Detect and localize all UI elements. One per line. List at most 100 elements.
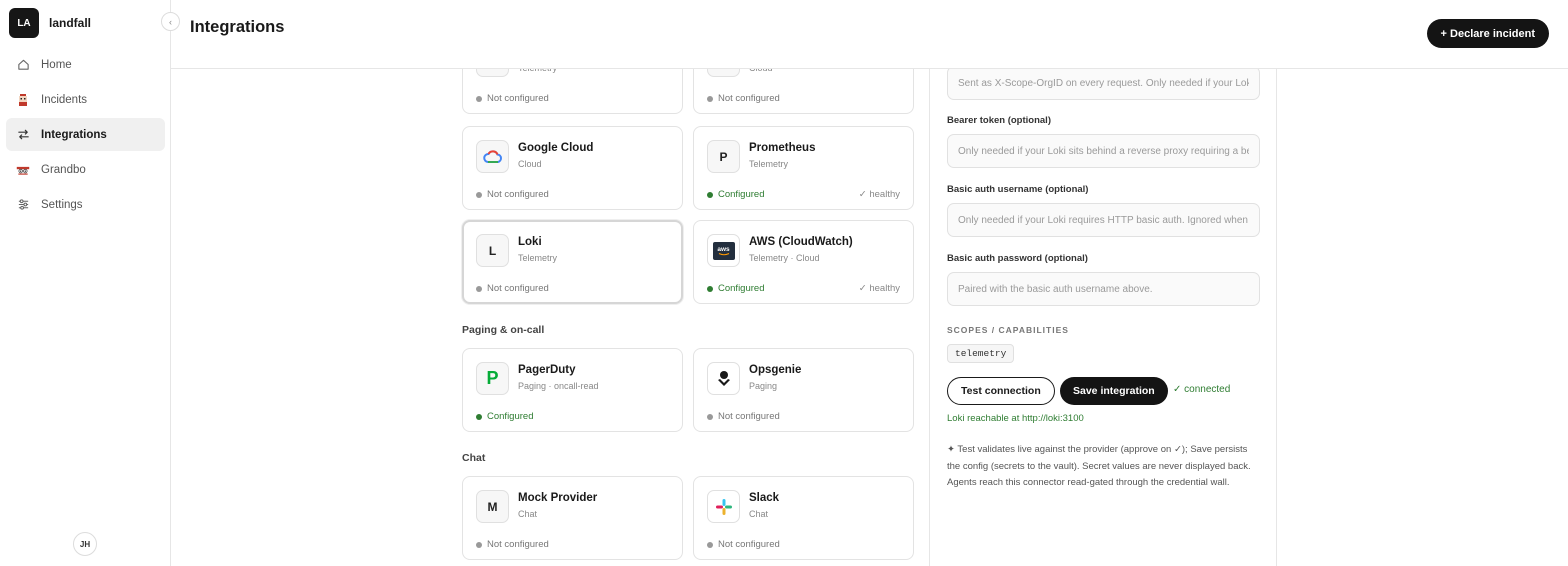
workspace-logo: LA [9,8,39,38]
opsgenie-icon [707,362,740,395]
user-avatar[interactable]: JH [73,532,97,556]
card-name: Loki [518,236,542,248]
card-name: PagerDuty [518,364,576,376]
integration-card-slack[interactable]: Slack Chat Not configured [693,476,914,560]
card-category: Telemetry · Cloud [749,253,820,263]
sliders-icon [16,198,30,212]
integration-card-loki[interactable]: L Loki Telemetry Not configured [462,220,683,304]
integration-card-opsgenie[interactable]: Opsgenie Paging Not configured [693,348,914,432]
scopes-heading: SCOPES / CAPABILITIES [947,325,1069,335]
health-badge: ✓ healthy [858,189,900,200]
incidents-mascot-icon [16,93,30,107]
status-text: Configured [718,283,765,294]
sidebar-item-home[interactable]: Home [6,48,165,81]
status-text: Not configured [487,93,549,104]
card-category: Telemetry [749,159,789,169]
status-text: Not configured [487,189,549,200]
loki-icon: L [476,234,509,267]
sidebar-item-settings[interactable]: Settings [6,188,165,221]
card-name: Google Cloud [518,142,594,154]
aws-logo-text: aws [717,245,730,253]
slack-icon [707,490,740,523]
integration-card-google-cloud[interactable]: Google Cloud Cloud Not configured [462,126,683,210]
card-status: Not configured [476,283,549,294]
test-connection-button[interactable]: Test connection [947,377,1055,405]
aws-logo-tile: aws [712,241,735,260]
section-label-paging: Paging & on-call [462,324,545,336]
sidebar-item-integrations[interactable]: Integrations [6,118,165,151]
sidebar-item-label: Incidents [41,93,88,106]
card-status: Not configured [707,539,780,550]
workspace-switcher[interactable]: LA landfall [9,8,91,38]
status-text: Not configured [487,539,549,550]
integration-card-aws-cloudwatch[interactable]: aws AWS (CloudWatch) Telemetry · Cloud C… [693,220,914,304]
status-dot [476,285,482,292]
basic-auth-username-field[interactable] [947,203,1260,237]
mock-provider-icon: M [476,490,509,523]
grandbo-mascot-icon [16,163,30,177]
collapse-sidebar-button[interactable]: ‹ [161,12,180,31]
integration-card-pagerduty[interactable]: P PagerDuty Paging · oncall-read Configu… [462,348,683,432]
status-dot [707,413,713,420]
card-status: Not configured [707,411,780,422]
workspace-name: landfall [49,16,92,30]
card-category: Cloud [518,159,542,169]
google-cloud-icon [476,140,509,173]
card-status: Configured [707,283,764,294]
status-dot [476,95,482,102]
card-status: Not configured [476,189,549,200]
status-text: Configured [718,189,765,200]
card-name: Opsgenie [749,364,802,376]
bearer-token-label: Bearer token (optional) [947,115,1051,126]
declare-incident-button[interactable]: + Declare incident [1426,19,1549,48]
status-text: Not configured [718,93,780,104]
bearer-token-field[interactable] [947,134,1260,168]
basic-auth-username-label: Basic auth username (optional) [947,184,1089,195]
status-dot [707,541,713,548]
reachability-message: Loki reachable at http://loki:3100 [947,413,1084,424]
basic-auth-password-field[interactable] [947,272,1260,306]
integration-card-prometheus[interactable]: P Prometheus Telemetry Configured ✓ heal… [693,126,914,210]
card-category: Paging [749,381,778,391]
sidebar-item-grandbo[interactable]: Grandbo [6,153,165,186]
home-icon [16,58,30,72]
status-text: Configured [487,411,534,422]
card-category: Chat [518,509,538,519]
status-dot [476,191,482,198]
status-dot [707,191,713,198]
card-category: Paging · oncall-read [518,381,599,391]
aws-icon: aws [707,234,740,267]
card-name: Mock Provider [518,492,598,504]
card-name: Prometheus [749,142,816,154]
help-note: ✦ Test validates live against the provid… [947,444,1251,488]
health-badge: ✓ healthy [858,283,900,294]
sidebar-item-label: Settings [41,198,83,211]
sidebar: LA landfall Home Incidents Integrations … [0,0,171,566]
scope-chip: telemetry [947,344,1015,363]
integration-config-panel: Bearer token (optional) Basic auth usern… [929,66,1277,566]
page-title: Integrations [190,18,285,36]
sidebar-item-label: Integrations [41,128,107,141]
page-header: Integrations + Declare incident [171,0,1568,69]
status-dot [707,285,713,292]
save-integration-button[interactable]: Save integration [1060,377,1168,405]
pagerduty-icon: P [476,362,509,395]
arrows-swap-icon [16,128,30,142]
status-dot [476,541,482,548]
prometheus-icon: P [707,140,740,173]
sidebar-item-label: Home [41,58,72,71]
sidebar-nav: Home Incidents Integrations Grandbo Sett… [6,48,165,223]
sidebar-item-label: Grandbo [41,163,86,176]
card-status: Not configured [476,539,549,550]
org-id-field[interactable] [947,66,1260,100]
card-status: Not configured [707,93,780,104]
status-text: Not configured [718,411,780,422]
connection-status: ✓ connected [1173,384,1231,395]
card-status: Not configured [476,93,549,104]
status-dot [707,95,713,102]
sidebar-item-incidents[interactable]: Incidents [6,83,165,116]
card-name: Slack [749,492,780,504]
card-name: AWS (CloudWatch) [749,236,853,248]
card-status: Configured [707,189,764,200]
integration-card-mock-provider[interactable]: M Mock Provider Chat Not configured [462,476,683,560]
